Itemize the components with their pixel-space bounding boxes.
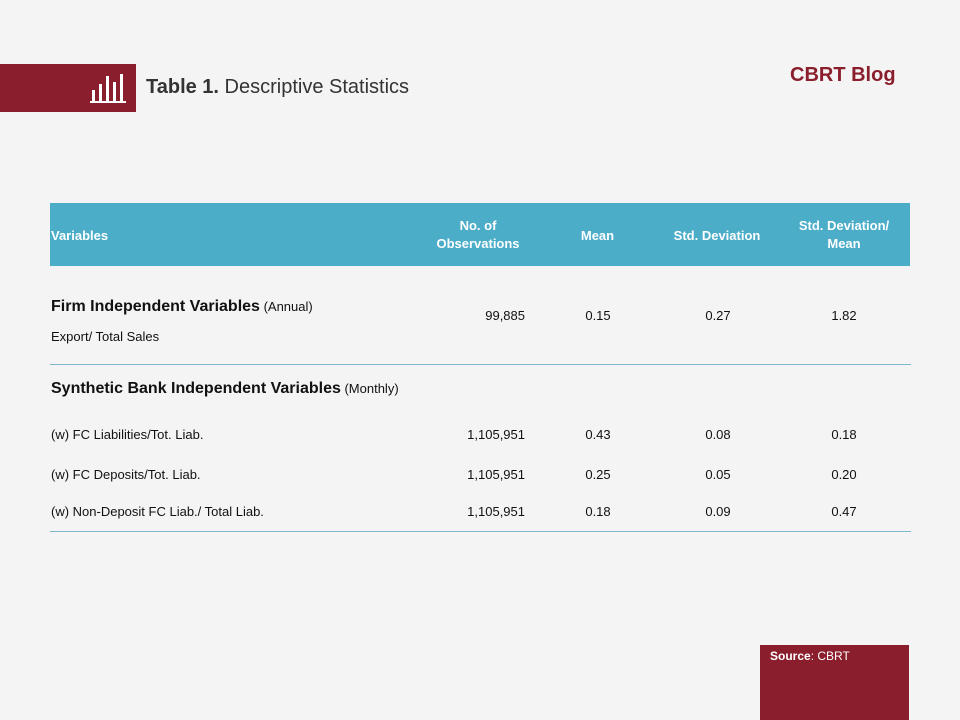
col-std-deviation: Std. Deviation xyxy=(673,228,761,243)
source-box: Source: CBRT xyxy=(760,645,909,720)
std-value: 0.27 xyxy=(705,308,731,323)
source-label: Source xyxy=(770,649,811,663)
blog-label: CBRT Blog xyxy=(790,64,896,86)
col-std-over-mean: Std. Deviation/Mean xyxy=(798,218,890,251)
divider xyxy=(50,364,911,365)
col-variables: Variables xyxy=(51,228,109,243)
col-mean: Mean xyxy=(580,228,615,243)
divider xyxy=(50,531,911,532)
table-header: Variables No. of Observations Mean Std. D… xyxy=(50,203,910,266)
ratio-value: 1.82 xyxy=(831,308,857,323)
source-value: : CBRT xyxy=(810,649,850,663)
obs-value: 99,885 xyxy=(485,308,525,323)
col-observations: No. of Observations xyxy=(436,218,520,251)
page-title: Table 1. Descriptive Statistics xyxy=(146,76,410,98)
bar-chart-icon xyxy=(90,74,126,103)
mean-value: 0.15 xyxy=(585,308,611,323)
